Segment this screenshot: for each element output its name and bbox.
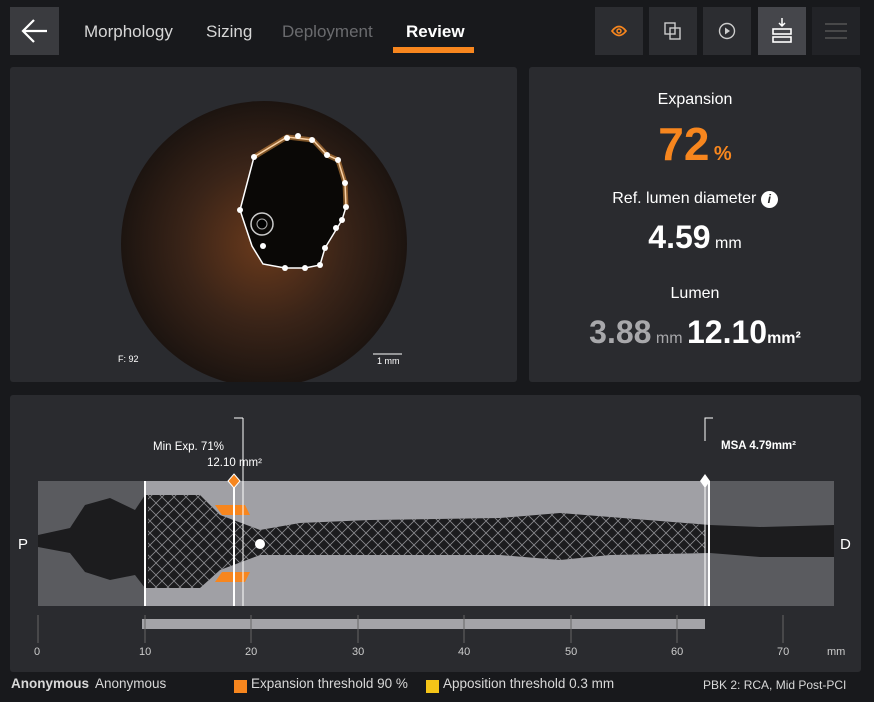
min-exp-label: Min Exp. 71% bbox=[153, 441, 224, 453]
oct-cross-section-image[interactable] bbox=[10, 67, 517, 382]
min-area-label: 12.10 mm² bbox=[207, 457, 262, 469]
apposition-threshold: Apposition threshold 0.3 mm bbox=[443, 676, 615, 691]
apposition-legend-swatch bbox=[426, 680, 439, 693]
tab-deployment: Deployment bbox=[282, 22, 373, 41]
ref-lumen-label: Ref. lumen diameter i bbox=[529, 190, 861, 208]
stent-length-bar bbox=[142, 619, 705, 629]
tick-label: 20 bbox=[245, 646, 258, 658]
ref-lumen-unit: mm bbox=[715, 235, 742, 252]
lumen-area: 12.10 bbox=[686, 314, 768, 350]
expansion-legend-swatch bbox=[234, 680, 247, 693]
guidewire-marker bbox=[255, 539, 265, 549]
patient-name: Anonymous bbox=[95, 676, 167, 691]
oct-image-panel: F: 92 1 mm bbox=[10, 67, 517, 382]
active-tab-indicator bbox=[393, 47, 474, 53]
ref-lumen-text: Ref. lumen diameter bbox=[612, 190, 757, 207]
export-button[interactable] bbox=[758, 7, 806, 55]
tick-label: 60 bbox=[671, 646, 684, 658]
view-toggle-button[interactable] bbox=[595, 7, 643, 55]
tick-label: 70 bbox=[777, 646, 790, 658]
eye-icon bbox=[611, 25, 627, 37]
overlay-icon bbox=[664, 22, 681, 40]
measurements-panel: Expansion 72 % Ref. lumen diameter i 4.5… bbox=[529, 67, 861, 382]
overlay-button[interactable] bbox=[649, 7, 697, 55]
lumen-diameter: 3.88 bbox=[589, 314, 652, 350]
ref-lumen-number: 4.59 bbox=[648, 219, 711, 255]
top-bar: Morphology Sizing Deployment Review bbox=[0, 0, 874, 62]
download-layers-icon bbox=[772, 18, 792, 43]
expansion-number: 72 bbox=[658, 118, 710, 170]
tick-label: 0 bbox=[34, 646, 41, 658]
expansion-threshold: Expansion threshold 90 % bbox=[251, 676, 408, 691]
menu-button[interactable] bbox=[812, 7, 860, 55]
study-info: PBK 2: RCA, Mid Post-PCI bbox=[703, 678, 847, 692]
expansion-value: 72 % bbox=[529, 117, 861, 171]
tick-label: 10 bbox=[139, 646, 152, 658]
lumen-values: 3.88 mm 12.10mm² bbox=[529, 314, 861, 351]
msa-leader bbox=[704, 417, 713, 441]
patient-name-bold: Anonymous bbox=[11, 676, 90, 691]
proximal-label: P bbox=[18, 536, 29, 553]
msa-label: MSA 4.79mm² bbox=[721, 440, 796, 452]
arrow-left-icon bbox=[20, 19, 47, 43]
tab-review[interactable]: Review bbox=[406, 22, 465, 42]
tick-label: 50 bbox=[565, 646, 578, 658]
tick-label: 30 bbox=[352, 646, 365, 658]
longitudinal-view[interactable] bbox=[0, 395, 874, 672]
tick-label: 40 bbox=[458, 646, 471, 658]
lumen-area-unit: mm² bbox=[767, 330, 801, 347]
info-icon[interactable]: i bbox=[760, 191, 778, 208]
scale-bar-label: 1 mm bbox=[377, 356, 400, 366]
play-button[interactable] bbox=[703, 7, 751, 55]
tab-sizing[interactable]: Sizing bbox=[206, 22, 252, 42]
play-icon bbox=[718, 22, 736, 40]
back-button[interactable] bbox=[10, 7, 59, 55]
distal-label: D bbox=[840, 536, 851, 553]
axis-unit: mm bbox=[827, 646, 846, 658]
expansion-label: Expansion bbox=[657, 91, 733, 108]
tab-morphology[interactable]: Morphology bbox=[84, 22, 173, 42]
expansion-unit: % bbox=[713, 143, 732, 165]
lumen-label: Lumen bbox=[670, 285, 720, 302]
frame-number: F: 92 bbox=[118, 354, 139, 364]
lumen-diameter-unit: mm bbox=[655, 330, 683, 347]
ref-lumen-value: 4.59 mm bbox=[529, 219, 861, 256]
menu-icon bbox=[825, 23, 847, 39]
